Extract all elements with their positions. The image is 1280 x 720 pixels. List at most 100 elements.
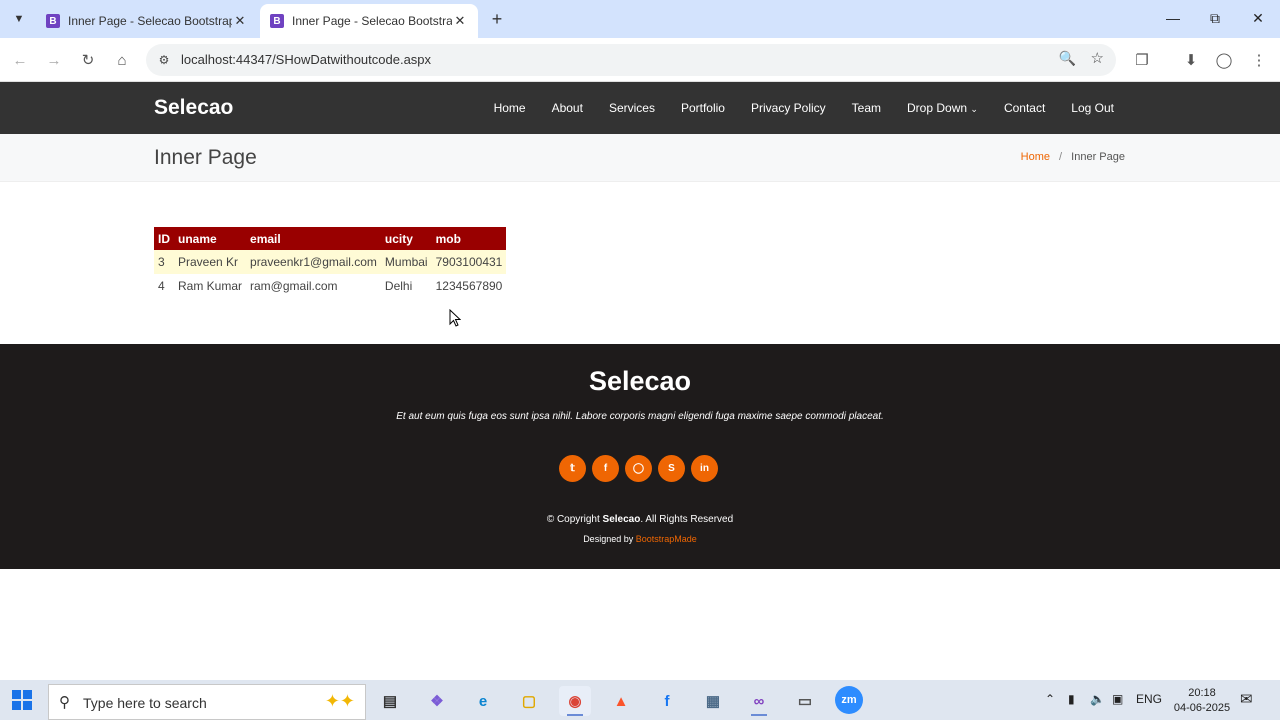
extensions-icon[interactable]: ❐: [1130, 48, 1154, 72]
url-text[interactable]: localhost:44347/SHowDatwithoutcode.aspx: [181, 52, 431, 67]
breadcrumb-current: Inner Page: [1071, 151, 1125, 163]
copyright-text: © Copyright Selecao. All Rights Reserved: [0, 514, 1280, 525]
footer-description: Et aut eum quis fuga eos sunt ipsa nihil…: [396, 411, 884, 422]
network-icon[interactable]: ▣: [1112, 692, 1123, 706]
nav-portfolio[interactable]: Portfolio: [681, 101, 725, 115]
task-view-icon[interactable]: ▤: [374, 686, 406, 716]
download-icon[interactable]: ⬇: [1179, 48, 1203, 72]
bookmark-star-icon[interactable]: ☆: [1091, 49, 1104, 67]
app-icon[interactable]: ▦: [697, 686, 729, 716]
close-window-icon[interactable]: ✕: [1243, 6, 1273, 30]
header-uname: uname: [174, 227, 247, 250]
breadcrumb: Home / Inner Page: [1021, 151, 1125, 163]
browser-toolbar: ← → ↻ ⌂ ⚙ localhost:44347/SHowDatwithout…: [0, 38, 1280, 82]
zoom-app-icon[interactable]: zm: [835, 686, 863, 714]
nav-services[interactable]: Services: [609, 101, 655, 115]
tab-title: Inner Page - Selecao Bootstrap: [292, 14, 452, 28]
search-icon: ⚲: [59, 694, 70, 711]
cell-mob: 7903100431: [431, 250, 507, 274]
volume-icon[interactable]: 🔈: [1090, 692, 1105, 706]
copilot-icon[interactable]: ❖: [421, 686, 453, 716]
cell-email: praveenkr1@gmail.com: [246, 250, 381, 274]
cell-mob: 1234567890: [435, 279, 503, 293]
windows-start-icon[interactable]: [12, 690, 32, 710]
nav-logout[interactable]: Log Out: [1071, 101, 1114, 115]
credits-prefix: Designed by: [583, 534, 634, 544]
header-email: email: [246, 227, 381, 250]
nav-about[interactable]: About: [552, 101, 583, 115]
clock-time: 20:18: [1188, 687, 1216, 699]
copyright-suffix: . All Rights Reserved: [640, 514, 734, 525]
site-header: Selecao Home About Services Portfolio Pr…: [0, 82, 1280, 134]
menu-icon[interactable]: ⋮: [1247, 48, 1271, 72]
app-window-icon[interactable]: ▭: [789, 686, 821, 716]
language-indicator[interactable]: ENG: [1136, 692, 1162, 706]
nav-dropdown-label: Drop Down: [907, 101, 968, 115]
footer-logo: Selecao: [588, 366, 692, 396]
chevron-down-icon: ⌄: [970, 104, 978, 114]
reload-icon[interactable]: ↻: [76, 48, 100, 72]
clock[interactable]: 20:18 04-06-2025: [1172, 686, 1232, 716]
close-tab-icon[interactable]: ✕: [452, 13, 468, 29]
twitter-icon[interactable]: 𝕥: [559, 455, 586, 482]
chrome-icon[interactable]: ◉: [559, 686, 591, 716]
active-indicator: [567, 714, 583, 716]
profile-icon[interactable]: ◯: [1212, 48, 1236, 72]
facebook-app-icon[interactable]: f: [651, 686, 683, 716]
browser-tab-bar: ▼ B Inner Page - Selecao Bootstrap ✕ B I…: [0, 0, 1280, 38]
bootstrap-favicon-icon: B: [46, 14, 60, 28]
cell-ucity: Delhi: [384, 279, 413, 293]
credits: Designed by BootstrapMade: [0, 534, 1280, 544]
breadcrumb-home-link[interactable]: Home: [1021, 151, 1050, 163]
minimize-icon[interactable]: —: [1158, 6, 1188, 30]
close-tab-icon[interactable]: ✕: [232, 13, 248, 29]
taskbar-search[interactable]: ⚲ Type here to search ✦✦: [48, 684, 366, 720]
site-logo[interactable]: Selecao: [154, 96, 233, 120]
home-icon[interactable]: ⌂: [110, 48, 134, 72]
site-footer: Selecao Et aut eum quis fuga eos sunt ip…: [0, 344, 1280, 569]
bootstrapmade-link[interactable]: BootstrapMade: [636, 534, 697, 544]
active-indicator: [751, 714, 767, 716]
edge-icon[interactable]: e: [467, 686, 499, 716]
instagram-icon[interactable]: ◯: [625, 455, 652, 482]
social-links: 𝕥 f ◯ S in: [559, 455, 718, 482]
nav-dropdown[interactable]: Drop Down ⌄: [907, 101, 978, 115]
facebook-icon[interactable]: f: [592, 455, 619, 482]
bootstrap-favicon-icon: B: [270, 14, 284, 28]
header-mob: mob: [431, 227, 507, 250]
header-id: ID: [154, 227, 174, 250]
mouse-cursor-icon: [449, 309, 461, 327]
cell-uname: Ram Kumar: [178, 279, 243, 293]
page-title: Inner Page: [154, 146, 257, 169]
restore-icon[interactable]: ⧉: [1200, 6, 1230, 30]
skype-icon[interactable]: S: [658, 455, 685, 482]
linkedin-icon[interactable]: in: [691, 455, 718, 482]
notifications-icon[interactable]: ✉: [1240, 690, 1253, 708]
battery-icon[interactable]: ▮: [1068, 692, 1075, 706]
browser-tab-2[interactable]: B Inner Page - Selecao Bootstrap ✕: [260, 4, 478, 38]
table-row: 4 Ram Kumar ram@gmail.com Delhi 12345678…: [154, 274, 506, 298]
nav-privacy-policy[interactable]: Privacy Policy: [751, 101, 826, 115]
file-explorer-icon[interactable]: ▢: [513, 686, 545, 716]
back-icon[interactable]: ←: [8, 48, 32, 72]
cell-uname: Praveen Kr: [174, 250, 247, 274]
nav-home[interactable]: Home: [494, 101, 526, 115]
cell-id: 4: [158, 279, 165, 293]
copyright-prefix: © Copyright: [546, 514, 600, 525]
nav-team[interactable]: Team: [852, 101, 881, 115]
browser-tab-1[interactable]: B Inner Page - Selecao Bootstrap ✕: [36, 4, 258, 38]
new-tab-icon[interactable]: +: [486, 8, 508, 30]
header-ucity: ucity: [380, 227, 432, 250]
table-header-row: ID uname email ucity mob: [154, 227, 507, 250]
visual-studio-icon[interactable]: ∞: [743, 686, 775, 716]
nav-contact[interactable]: Contact: [1004, 101, 1045, 115]
tray-chevron-icon[interactable]: ⌃: [1045, 692, 1055, 706]
users-table: ID uname email ucity mob 3 Praveen Kr pr…: [154, 227, 507, 298]
breadcrumb-section: Inner Page Home / Inner Page: [0, 134, 1280, 182]
tab-search-icon[interactable]: ▼: [8, 8, 30, 30]
forward-icon[interactable]: →: [42, 48, 66, 72]
site-info-icon[interactable]: ⚙: [154, 50, 174, 70]
zoom-icon[interactable]: 🔍: [1059, 50, 1076, 67]
address-bar[interactable]: ⚙ localhost:44347/SHowDatwithoutcode.asp…: [146, 44, 1116, 76]
brave-icon[interactable]: ▲: [605, 686, 637, 716]
